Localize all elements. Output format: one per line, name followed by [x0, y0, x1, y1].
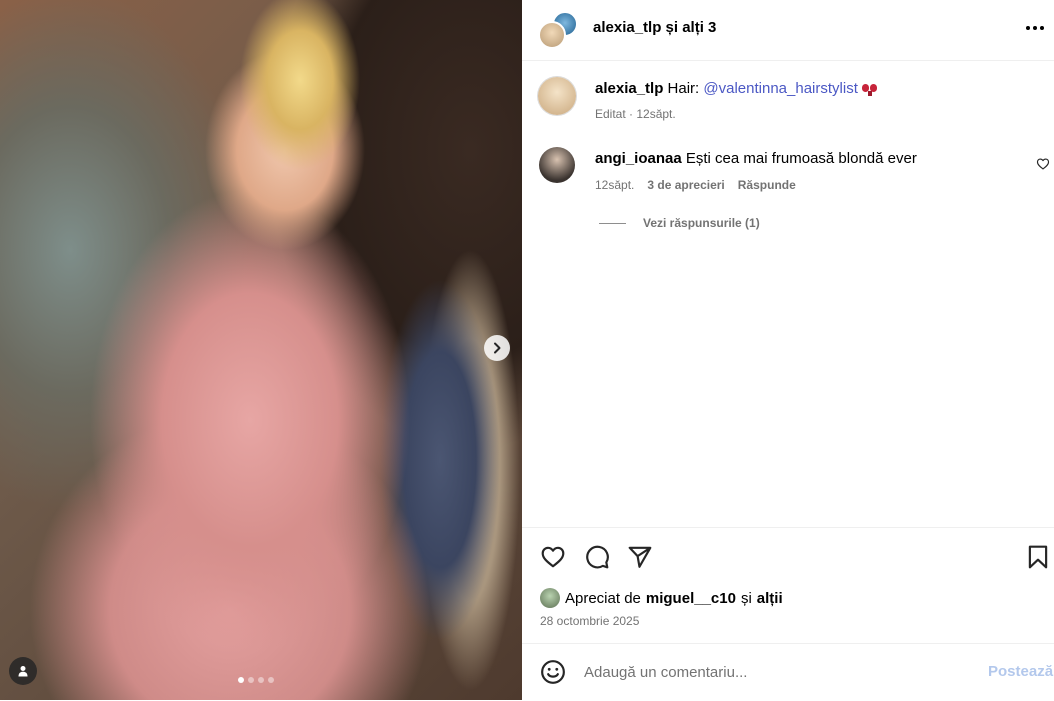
tagged-users-button[interactable]	[9, 657, 37, 685]
caption-username[interactable]: alexia_tlp	[595, 80, 663, 97]
post-details-panel: alexia_tlp și alți 3 alexia_tlp Hair: @v…	[522, 0, 1054, 700]
divider	[599, 222, 626, 224]
likes-summary[interactable]: Apreciat de miguel__c10 și alții	[540, 588, 783, 608]
caption-author-avatar[interactable]	[538, 77, 576, 115]
add-comment-bar: Postează	[522, 643, 1054, 701]
share-paper-plane-icon[interactable]	[627, 544, 653, 570]
next-slide-button[interactable]	[484, 335, 510, 361]
avatar	[540, 588, 560, 608]
post-actions: Apreciat de miguel__c10 și alții 28 octo…	[522, 527, 1054, 644]
user-icon	[18, 666, 28, 677]
carousel-dot	[238, 677, 244, 683]
comment-bubble-icon[interactable]	[584, 544, 610, 570]
likes-user-link[interactable]: miguel__c10	[646, 590, 736, 607]
avatar	[538, 21, 566, 49]
like-heart-icon[interactable]	[540, 544, 566, 570]
comment-time[interactable]: 12săpt.	[595, 178, 634, 192]
caption-text: Hair:	[663, 80, 704, 97]
likes-conj: și	[740, 589, 752, 607]
more-options-button[interactable]	[1024, 18, 1046, 38]
bookmark-icon[interactable]	[1025, 544, 1051, 570]
post-header: alexia_tlp și alți 3	[522, 0, 1054, 61]
more-horizontal-icon	[1026, 26, 1030, 30]
emoji-icon[interactable]	[540, 659, 566, 685]
carousel-dot	[268, 677, 274, 683]
ribbon-bow-icon	[861, 83, 878, 97]
caption-meta: Editat · 12săpt.	[595, 107, 676, 121]
carousel-dot	[248, 677, 254, 683]
reply-button[interactable]: Răspunde	[738, 178, 796, 192]
caption-mention-link[interactable]: @valentinna_hairstylist	[703, 80, 857, 97]
view-replies-label: Vezi răspunsurile (1)	[643, 216, 760, 230]
post-photo[interactable]	[0, 0, 522, 700]
post-date[interactable]: 28 octombrie 2025	[540, 614, 639, 628]
likes-others-link[interactable]: alții	[757, 590, 783, 607]
comment-text: Ești cea mai frumoasă blondă ever	[681, 150, 917, 167]
comment-author-avatar[interactable]	[539, 147, 575, 183]
carousel-indicator	[238, 677, 274, 683]
comment-input[interactable]	[584, 660, 964, 684]
likes-prefix: Apreciat de	[565, 589, 641, 607]
comment-like-heart-icon[interactable]	[1036, 157, 1050, 171]
chevron-right-icon	[494, 342, 501, 354]
post-comment-button[interactable]: Postează	[988, 663, 1053, 680]
comment-meta: 12săpt. 3 de aprecieri Răspunde	[595, 178, 796, 192]
comment-likes-link[interactable]: 3 de aprecieri	[647, 178, 724, 192]
post-author-title[interactable]: alexia_tlp și alți 3	[593, 19, 716, 36]
comment: angi_ioanaa Ești cea mai frumoasă blondă…	[595, 150, 917, 167]
view-replies-button[interactable]: Vezi răspunsurile (1)	[599, 216, 760, 230]
carousel-dot	[258, 677, 264, 683]
caption: alexia_tlp Hair: @valentinna_hairstylist	[595, 80, 878, 97]
collab-avatars[interactable]	[538, 11, 578, 51]
comment-username[interactable]: angi_ioanaa	[595, 150, 682, 167]
